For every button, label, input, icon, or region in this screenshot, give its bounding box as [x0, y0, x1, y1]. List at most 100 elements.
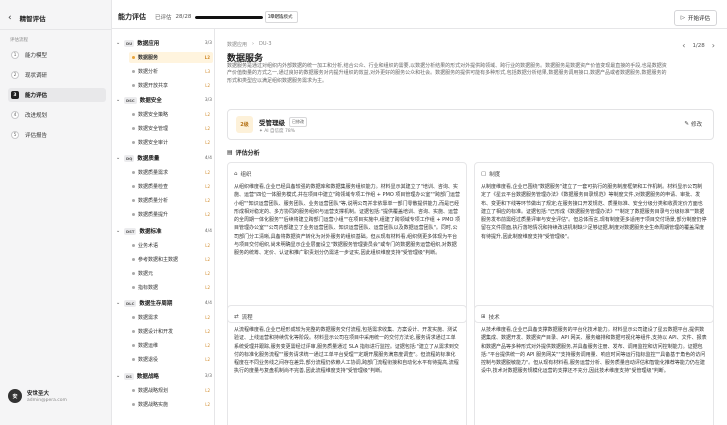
item-dot — [132, 272, 135, 275]
breadcrumb-category[interactable]: 数据应用 — [227, 41, 247, 48]
tree-item[interactable]: 数据安全管理 L2 — [129, 123, 213, 134]
tree-item-data-service[interactable]: 数据服务 L2 — [129, 52, 213, 63]
analysis-section-title: ▤ 评估分析 — [227, 148, 260, 157]
item-label: 数据需求 — [138, 315, 159, 321]
tree-item[interactable]: 指标数据 L2 — [129, 282, 213, 293]
tree-item[interactable]: 数据需求 L2 — [129, 312, 213, 323]
progress-label: 已评估 — [155, 15, 172, 21]
tree-category-du[interactable]: ⌄ DU 数据应用 3/3 — [116, 37, 212, 49]
step-improvement-plan[interactable]: 4 改进规划 — [8, 108, 106, 122]
tree-item[interactable]: 数据质量检查 L2 — [129, 181, 213, 192]
category-code: DQ — [124, 154, 135, 162]
step-assessment-report[interactable]: 5 评估报告 — [8, 128, 106, 142]
tree-category-ds[interactable]: ⌄ DS 数据战略 3/3 — [116, 370, 212, 382]
card-header: ▢ 制度 — [481, 170, 500, 178]
step-label: 能力评估 — [25, 93, 48, 99]
page-header-title: 能力评估 — [118, 13, 146, 21]
category-label: 数据质量 — [137, 156, 160, 162]
tree-item[interactable]: 数据分析 L3 — [129, 66, 213, 77]
chevron-down-icon: ⌄ — [116, 300, 121, 306]
progress-bar-fill — [195, 15, 264, 19]
tree-item[interactable]: 数据安全审计 L2 — [129, 137, 213, 148]
item-dot — [132, 185, 135, 188]
category-code: DU — [124, 39, 135, 47]
breadcrumb-current: DU-3 — [259, 41, 272, 47]
tree-item[interactable]: 数据开放共享 L2 — [129, 80, 213, 91]
item-label: 数据质量提升 — [138, 212, 169, 218]
analysis-card-technology: ⊞ 技术 从技术维度看,企业已具备支撑数据服务的平台化技术能力。材料显示公司建设… — [474, 305, 714, 425]
analysis-card-process: ⇄ 流程 从流程维度看,企业已经形成较为完整的数据服务交付流程,包括需求收集、方… — [227, 305, 467, 425]
item-dot — [132, 344, 135, 347]
tree-item[interactable]: 参考数据和主数据 L2 — [129, 254, 213, 265]
tree-category-dsc[interactable]: ⌄ DSC 数据安全 3/3 — [116, 94, 212, 106]
sidebar-divider — [0, 29, 111, 30]
back-arrow-icon[interactable]: ‹ — [8, 13, 12, 23]
analysis-card-system: ▢ 制度 从制度维度看,企业已围绕"数据服务"建立了一套可执行的服务制度框架和工… — [474, 162, 714, 323]
item-dot — [132, 244, 135, 247]
prev-arrow-icon[interactable]: ‹ — [682, 41, 685, 50]
item-dot — [132, 70, 135, 73]
item-label: 指标数据 — [138, 285, 159, 291]
step-capability-model[interactable]: 1 能力模型 — [8, 48, 106, 62]
item-label: 参考数据和主数据 — [138, 257, 179, 263]
item-dot — [132, 84, 135, 87]
tree-item[interactable]: 数据元 L2 — [129, 268, 213, 279]
category-count: 3/3 — [204, 40, 212, 46]
step-number: 1 — [11, 51, 19, 59]
tree-category-dlc[interactable]: ⌄ DLC 数据生存周期 4/4 — [116, 297, 212, 309]
user-name: 安世圣大 — [27, 391, 50, 397]
tree-category-dst[interactable]: ⌄ DST 数据标准 4/4 — [116, 225, 212, 237]
card-body: 从技术维度看,企业已具备支撑数据服务的平台化技术能力。材料显示公司建设了星云数据… — [481, 327, 707, 375]
pager-text: 1/28 — [692, 42, 705, 49]
tree-category-dq[interactable]: ⌄ DQ 数据质量 4/4 — [116, 152, 212, 164]
tree-item[interactable]: 数据战略实施 L2 — [129, 399, 213, 410]
category-count: 4/4 — [204, 228, 212, 234]
card-header: ⌂ 组织 — [234, 170, 252, 178]
assessment-progress: 已评估 28/28 100% — [155, 13, 283, 21]
item-label: 数据战略规划 — [138, 388, 169, 394]
capability-description: 数据服务是通过对组织内外部数据的统一加工和分析,结合公众、行业和组织的需要,以数… — [227, 63, 667, 84]
chevron-down-icon: ⌄ — [116, 373, 121, 379]
card-title: 组织 — [240, 172, 252, 178]
tree-item[interactable]: 数据设计和开发 L2 — [129, 326, 213, 337]
card-body: 从流程维度看,企业已经形成较为完整的数据服务交付流程,包括需求收集、方案设计、开… — [234, 327, 459, 375]
policy-icon: ▢ — [481, 171, 487, 177]
item-label: 业务术语 — [138, 243, 159, 249]
tree-item[interactable]: 业务术语 L2 — [129, 240, 213, 251]
next-arrow-icon[interactable]: › — [712, 41, 715, 50]
edit-button[interactable]: ✎ 修改 — [684, 120, 702, 128]
user-profile[interactable]: 安 安世圣大 admin@pera.com — [8, 389, 67, 403]
step-number: 5 — [11, 131, 19, 139]
item-level: L2 — [205, 257, 210, 262]
item-level: L2 — [205, 140, 210, 145]
tree-item[interactable]: 数据质量提升 L2 — [129, 209, 213, 220]
category-label: 数据应用 — [137, 41, 160, 47]
tree-item[interactable]: 数据质量分析 L2 — [129, 195, 213, 206]
item-label: 数据退役 — [138, 357, 159, 363]
step-status-survey[interactable]: 2 现状调研 — [8, 68, 106, 82]
category-count: 3/3 — [204, 373, 212, 379]
tree-item[interactable]: 数据运维 L2 — [129, 340, 213, 351]
item-dot — [132, 258, 135, 261]
step-capability-assessment[interactable]: 3 能力评估 — [8, 88, 106, 102]
tree-item[interactable]: 数据战略规划 L2 — [129, 385, 213, 396]
play-icon: ▷ — [680, 15, 685, 21]
item-pager: ‹ 1/28 › — [682, 41, 715, 50]
category-code: DS — [124, 372, 134, 380]
modified-tag: 已修改 — [289, 117, 307, 127]
mode-toggle[interactable]: 单组选模式 — [265, 11, 298, 23]
item-level: L2 — [205, 271, 210, 276]
item-dot — [132, 330, 135, 333]
start-assessment-button[interactable]: ▷ 开始评估 — [673, 10, 717, 26]
tree-item[interactable]: 数据退役 L2 — [129, 354, 213, 365]
category-code: DST — [124, 227, 137, 235]
tree-item[interactable]: 数据质量需求 L2 — [129, 167, 213, 178]
category-label: 数据战略 — [136, 374, 159, 380]
item-level: L2 — [205, 212, 210, 217]
tree-item[interactable]: 数据安全策略 L2 — [129, 109, 213, 120]
item-level: L2 — [205, 243, 210, 248]
breadcrumb-separator: › — [252, 41, 255, 47]
item-label: 数据元 — [138, 271, 154, 277]
step-number: 4 — [11, 111, 19, 119]
category-code: DSC — [124, 96, 137, 104]
